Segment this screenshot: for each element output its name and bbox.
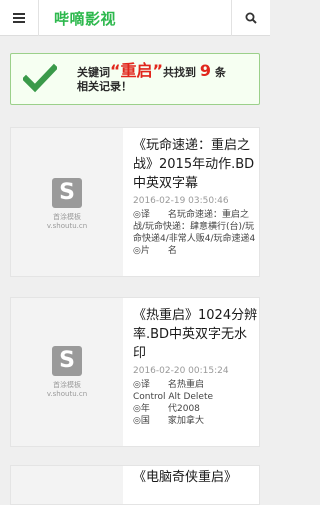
result-title[interactable]: 《热重启》1024分辨率.BD中英双字无水印 [133, 306, 259, 363]
meta-row: Control Alt Delete [133, 391, 259, 403]
result-info: 《电脑奇侠重启》 [133, 468, 259, 487]
checkmark-icon [23, 63, 57, 93]
meta-row: ◎片 名 [133, 245, 259, 257]
meta-label: ◎国 家 [133, 416, 177, 426]
meta-row: ◎国 家加拿大 [133, 415, 259, 427]
notice-prefix: 关键词 [77, 66, 110, 79]
hamburger-icon [13, 13, 25, 23]
search-button[interactable] [231, 0, 270, 36]
notice-text: 关键词“重启”共找到 9 条 相关记录！ [77, 61, 261, 94]
meta-row: ◎年 代2008 [133, 403, 259, 415]
result-card[interactable]: S 首涂模板 v.shoutu.cn 《热重启》1024分辨率.BD中英双字无水… [10, 297, 260, 447]
search-icon [245, 12, 257, 24]
result-thumbnail[interactable] [11, 466, 123, 504]
result-title[interactable]: 《玩命速递：重启之战》2015年动作.BD中英双字幕 [133, 136, 259, 193]
site-logo[interactable]: 哔嘀影视 [54, 8, 116, 29]
result-meta: ◎译 名玩命速递：重启之战/玩命快递：肆意横行(台)/玩命快递4/非常人贩4/玩… [133, 209, 259, 257]
meta-label: ◎译 名 [133, 210, 177, 220]
placeholder-site-name: 首涂模板 [53, 381, 81, 389]
meta-value: 热重启 [177, 380, 205, 390]
placeholder-site-url: v.shoutu.cn [46, 222, 88, 230]
top-bar: 哔嘀影视 [0, 0, 270, 36]
result-date: 2016-02-20 00:15:24 [133, 366, 229, 376]
placeholder-logo-icon: S [52, 178, 82, 208]
result-card[interactable]: S 首涂模板 v.shoutu.cn 《玩命速递：重启之战》2015年动作.BD… [10, 127, 260, 277]
notice-count: 9 [199, 61, 212, 80]
search-result-notice: 关键词“重启”共找到 9 条 相关记录！ [10, 53, 260, 105]
result-info: 《玩命速递：重启之战》2015年动作.BD中英双字幕 2016-02-19 03… [133, 136, 259, 257]
notice-keyword: “重启” [110, 61, 164, 80]
meta-label: ◎译 名 [133, 380, 177, 390]
notice-middle: 共找到 [163, 66, 197, 79]
meta-value: 2008 [177, 404, 200, 414]
placeholder-logo-icon: S [52, 346, 82, 376]
result-title[interactable]: 《电脑奇侠重启》 [133, 468, 259, 487]
meta-value: 加拿大 [177, 416, 205, 426]
notice-line2: 相关记录！ [77, 80, 132, 93]
result-thumbnail[interactable]: S 首涂模板 v.shoutu.cn [11, 128, 123, 276]
meta-value: Control Alt Delete [133, 392, 214, 402]
placeholder-site-name: 首涂模板 [53, 213, 81, 221]
meta-row: ◎译 名热重启 [133, 379, 259, 391]
meta-row: ◎译 名玩命速递：重启之战/玩命快递：肆意横行(台)/玩命快递4/非常人贩4/玩… [133, 209, 259, 245]
result-thumbnail[interactable]: S 首涂模板 v.shoutu.cn [11, 298, 123, 446]
meta-label: ◎年 代 [133, 404, 177, 414]
result-info: 《热重启》1024分辨率.BD中英双字无水印 2016-02-20 00:15:… [133, 306, 259, 427]
meta-label: ◎片 名 [133, 246, 177, 256]
notice-suffix: 条 [214, 66, 226, 79]
result-date: 2016-02-19 03:50:46 [133, 196, 229, 206]
placeholder-site-url: v.shoutu.cn [46, 390, 88, 398]
menu-button[interactable] [0, 0, 39, 36]
result-card[interactable]: 《电脑奇侠重启》 [10, 465, 260, 505]
result-meta: ◎译 名热重启 Control Alt Delete ◎年 代2008 ◎国 家… [133, 379, 259, 427]
